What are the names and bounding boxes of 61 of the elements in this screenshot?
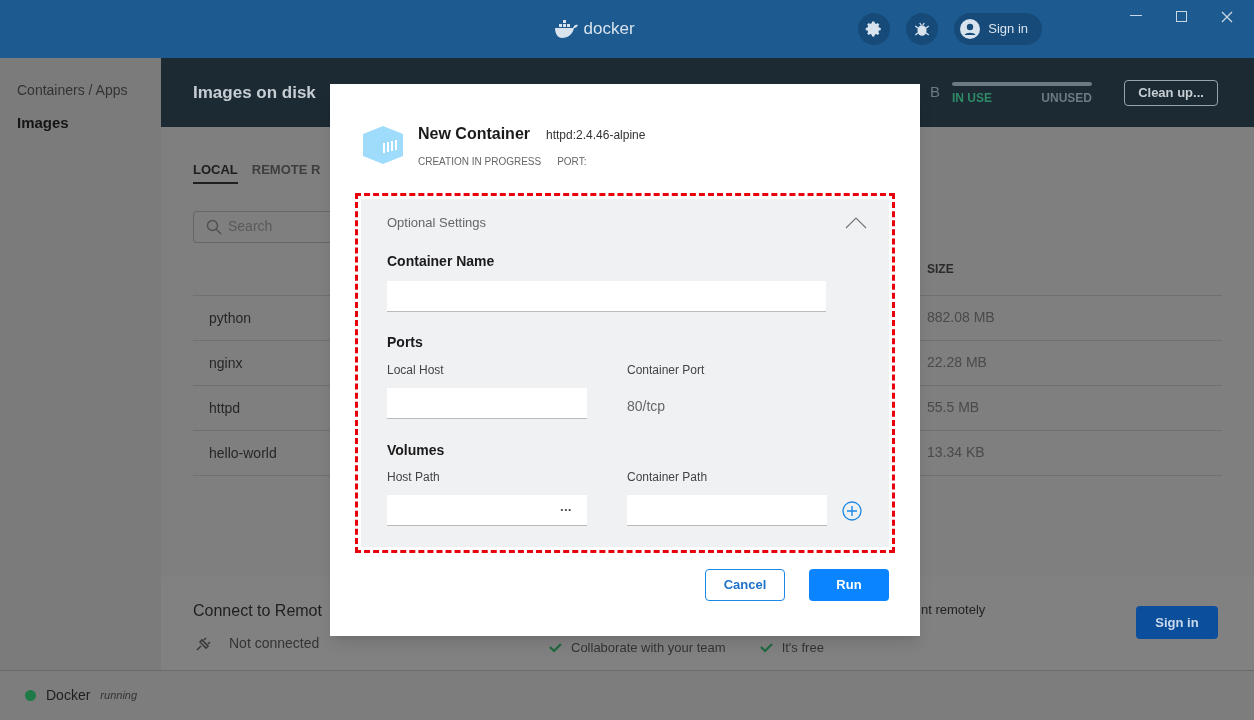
section-heading: Volumes	[387, 440, 446, 460]
page-title: Images on disk	[193, 81, 316, 104]
remote-description: nt remotely	[921, 601, 986, 619]
field-label: Container Name	[387, 251, 496, 271]
container-icon	[362, 125, 404, 165]
clean-up-button[interactable]: Clean up...	[1124, 79, 1218, 106]
collapse-button[interactable]	[845, 216, 867, 229]
add-icon	[842, 500, 862, 521]
image-tag: httpd:2.4.46-alpine	[546, 126, 646, 144]
field-label: Local Host	[387, 361, 445, 379]
app-name: Docker	[46, 686, 91, 705]
local-host-field[interactable]	[387, 387, 587, 419]
minimize-icon[interactable]	[1130, 15, 1142, 17]
host-path-field[interactable]: •••	[387, 494, 587, 526]
field-label: Host Path	[387, 468, 441, 486]
chevron-icon	[845, 216, 867, 229]
port-label: PORT:	[557, 155, 587, 169]
sidebar-item[interactable]: Containers / Apps	[17, 80, 161, 101]
container-port-value: 80/tcp	[627, 396, 667, 416]
image-name-cell: python	[209, 309, 252, 326]
field-label: Container Path	[627, 468, 709, 486]
check-icon	[759, 642, 773, 653]
check-icon	[549, 642, 562, 653]
troubleshoot-button[interactable]	[906, 13, 939, 45]
run-button[interactable]: Run	[809, 568, 889, 601]
sign-in-button[interactable]: Sign in	[954, 13, 1042, 45]
field-label: Container Port	[627, 361, 705, 379]
sign-in-button[interactable]: Sign in	[1136, 606, 1218, 639]
unused-label: UNUSED	[1041, 90, 1092, 107]
close-icon[interactable]	[1221, 11, 1233, 23]
container-name-field[interactable]	[387, 280, 826, 312]
disk-size-text: B	[930, 82, 940, 103]
image-name-cell: hello-world	[209, 444, 277, 461]
user-icon	[960, 19, 981, 39]
remote-title: Connect to Remot	[193, 601, 322, 621]
feature-text: Collaborate with your team	[571, 639, 726, 657]
image-name-cell: nginx	[209, 354, 243, 371]
settings-button[interactable]	[858, 13, 891, 45]
app-state: running	[100, 688, 138, 704]
image-name-cell: httpd	[209, 399, 241, 416]
container-path-field[interactable]	[627, 494, 827, 526]
whale-logo-icon	[553, 19, 580, 39]
tab[interactable]: LOCAL	[193, 160, 238, 184]
add-button[interactable]	[842, 500, 862, 521]
maximize-icon[interactable]	[1176, 11, 1187, 22]
creation-status: CREATION IN PROGRESS	[418, 155, 542, 169]
settings-icon	[865, 20, 884, 38]
logo-text: docker	[583, 18, 635, 41]
feature-text: It's free	[781, 639, 824, 657]
in-use-label: IN USE	[952, 90, 992, 107]
dialog-title: New Container	[418, 124, 530, 144]
sidebar-item[interactable]: Images	[17, 112, 161, 135]
connection-status: Not connected	[229, 634, 320, 653]
search-icon	[206, 218, 222, 235]
bug-icon	[913, 20, 932, 38]
section-heading: Ports	[387, 332, 424, 352]
cancel-button[interactable]: Cancel	[705, 568, 785, 601]
column-header: SIZE	[927, 260, 954, 278]
tab[interactable]: REMOTE R	[251, 160, 321, 184]
plug-icon	[195, 636, 211, 651]
section-title: Optional Settings	[387, 214, 486, 232]
